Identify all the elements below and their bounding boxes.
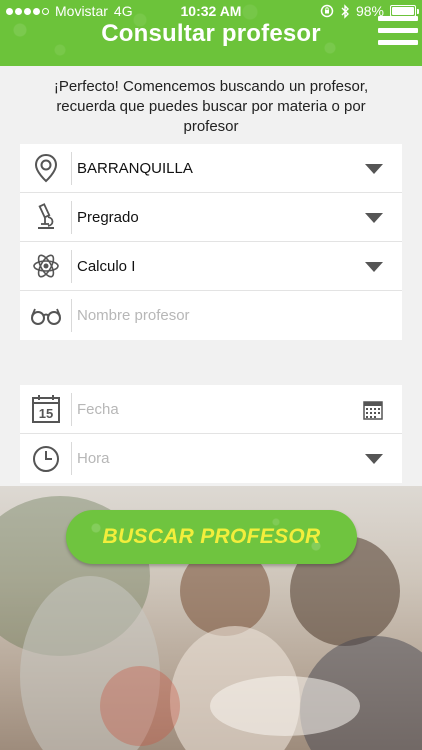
row-divider xyxy=(71,200,72,234)
row-divider xyxy=(71,392,72,426)
chevron-down-icon xyxy=(365,454,383,464)
status-bar: Movistar 4G 10:32 AM 98% xyxy=(0,0,422,22)
battery-fill xyxy=(392,7,414,15)
search-filters-group: BARRANQUILLA Pregrado Calculo I Nombre p… xyxy=(20,144,402,340)
glasses-icon xyxy=(20,291,71,340)
chevron-down-icon xyxy=(365,213,383,223)
calendar-day-number: 15 xyxy=(38,406,52,421)
time-select[interactable]: Hora xyxy=(20,434,402,483)
schedule-filters-group: 15 Fecha Hora xyxy=(20,385,402,483)
row-divider xyxy=(71,442,72,475)
chevron-down-icon xyxy=(365,262,383,272)
subject-value: Calculo I xyxy=(77,257,136,275)
microscope-icon xyxy=(20,193,71,242)
search-teacher-button[interactable]: BUSCAR PROFESOR xyxy=(66,510,357,564)
city-value: BARRANQUILLA xyxy=(77,159,193,177)
city-select[interactable]: BARRANQUILLA xyxy=(20,144,402,193)
rotation-lock-icon xyxy=(320,4,334,18)
time-placeholder: Hora xyxy=(77,450,110,467)
date-field[interactable]: 15 Fecha xyxy=(20,385,402,434)
calendar-grid-icon[interactable] xyxy=(363,401,383,425)
row-divider xyxy=(71,151,72,185)
bluetooth-icon xyxy=(341,3,349,19)
row-divider xyxy=(71,249,72,283)
clock-icon xyxy=(20,434,71,483)
location-pin-icon xyxy=(20,144,71,193)
level-select[interactable]: Pregrado xyxy=(20,193,402,242)
teacher-name-placeholder: Nombre profesor xyxy=(77,307,190,324)
date-placeholder: Fecha xyxy=(77,400,119,418)
row-divider xyxy=(71,299,72,332)
page-title: Consultar profesor xyxy=(101,20,321,47)
chevron-down-icon xyxy=(365,164,383,174)
teacher-name-field[interactable]: Nombre profesor xyxy=(20,291,402,340)
level-value: Pregrado xyxy=(77,208,139,226)
calendar-icon: 15 xyxy=(20,385,71,434)
subject-select[interactable]: Calculo I xyxy=(20,242,402,291)
hamburger-menu-icon[interactable] xyxy=(378,16,418,46)
atom-icon xyxy=(20,242,71,291)
search-button-label: BUSCAR PROFESOR xyxy=(102,525,321,548)
app-header: Movistar 4G 10:32 AM 98% Consultar profe… xyxy=(0,0,422,66)
intro-text: ¡Perfecto! Comencemos buscando un profes… xyxy=(53,78,369,135)
